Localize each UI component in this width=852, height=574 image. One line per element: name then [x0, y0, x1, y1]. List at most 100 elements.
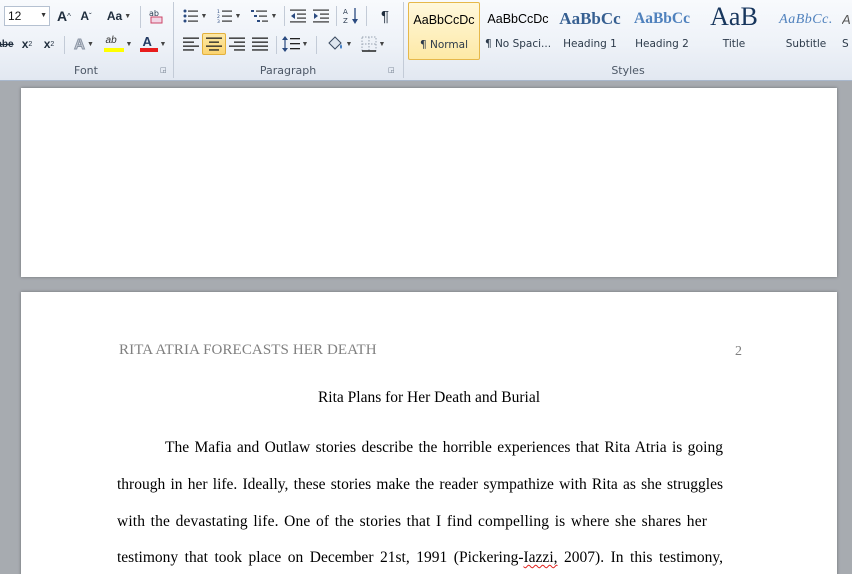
svg-text:3: 3	[217, 19, 220, 23]
clear-formatting-button[interactable]: ab	[146, 5, 168, 27]
chevron-down-icon: ▼	[124, 12, 132, 20]
shrink-font-label: A	[80, 9, 89, 23]
line-spacing-icon	[281, 36, 300, 52]
style-title[interactable]: AaB Title	[698, 2, 770, 60]
body-text-line: through in her life. Ideally, these stor…	[117, 476, 723, 493]
style-sample: AaB	[710, 2, 758, 31]
line-spacing-button[interactable]: ▼	[280, 33, 310, 55]
chevron-down-icon: ▼	[270, 12, 278, 20]
style-name: Title	[722, 38, 746, 50]
highlighter-icon: ab	[103, 35, 124, 53]
decrease-indent-button[interactable]	[287, 5, 309, 27]
dialog-launcher-icon[interactable]: ◲	[388, 67, 396, 75]
divider	[366, 6, 367, 26]
ribbon: 12 ▼ A^ Aˇ Aa▼ ab abe x2 x2	[0, 0, 852, 81]
document-page-2[interactable]: RITA ATRIA FORECASTS HER DEATH 2 Rita Pl…	[21, 292, 837, 574]
page-header: RITA ATRIA FORECASTS HER DEATH	[119, 342, 377, 358]
shrink-font-button[interactable]: Aˇ	[76, 5, 96, 27]
text-effects-label: A	[74, 35, 86, 53]
chevron-down-icon: ▼	[378, 40, 386, 48]
paragraph-group: ▼ 1 2 3 ▼ ▼ A Z ¶ ▼ ▼ ▼ Paragraph ◲	[174, 0, 402, 81]
dialog-launcher-icon[interactable]: ◲	[160, 67, 168, 75]
grow-font-label: A	[57, 8, 68, 24]
body-text-segment: 2007). In this testimony,	[557, 549, 723, 566]
superscript-label: x	[43, 37, 51, 51]
justify-icon	[252, 37, 268, 51]
chevron-down-icon: ▼	[301, 40, 309, 48]
superscript-mark: 2	[50, 40, 55, 48]
chevron-down-icon: ▼	[86, 40, 94, 48]
divider	[316, 36, 317, 54]
style-name: Subtitle	[785, 38, 827, 50]
body-text-segment: testimony that took place on December 21…	[117, 549, 524, 566]
strikethrough-label: abe	[0, 38, 14, 50]
increase-indent-button[interactable]	[310, 5, 332, 27]
increase-indent-icon	[313, 9, 329, 23]
body-text-line: The Mafia and Outlaw stories describe th…	[165, 439, 723, 456]
paint-bucket-icon	[327, 36, 342, 50]
show-formatting-marks-button[interactable]: ¶	[374, 5, 396, 27]
font-color-button[interactable]: A ▼	[138, 33, 168, 55]
align-left-button[interactable]	[180, 33, 202, 55]
align-center-button[interactable]	[202, 33, 226, 55]
style-heading-2[interactable]: AaBbCc Heading 2	[626, 2, 698, 60]
chevron-down-icon: ▼	[345, 40, 353, 48]
highlight-button[interactable]: ab ▼	[102, 33, 134, 55]
font-group: 12 ▼ A^ Aˇ Aa▼ ab abe x2 x2	[0, 0, 172, 81]
subscript-button[interactable]: x2	[18, 33, 36, 55]
subscript-mark: 2	[28, 40, 33, 48]
style-sample: AaBbCc	[634, 10, 690, 27]
align-right-icon	[229, 37, 245, 51]
chevron-down-icon[interactable]: ▼	[40, 7, 47, 25]
sort-az-icon: A Z	[343, 8, 358, 25]
bullets-button[interactable]: ▼	[180, 5, 210, 27]
justify-button[interactable]	[249, 33, 271, 55]
multilevel-list-button[interactable]: ▼	[248, 5, 280, 27]
style-name: Heading 2	[635, 38, 689, 50]
divider	[336, 6, 337, 26]
style-name: Heading 1	[563, 38, 617, 50]
align-right-button[interactable]	[226, 33, 248, 55]
strikethrough-button[interactable]: abe	[0, 33, 16, 55]
font-size-box[interactable]: 12 ▼	[4, 6, 50, 26]
styles-group-label: Styles	[611, 64, 645, 77]
style-name: S	[842, 38, 849, 50]
style-sample: A	[842, 12, 851, 27]
chevron-down-icon: ▼	[159, 40, 167, 48]
style-subtle-emphasis[interactable]: A S	[842, 2, 852, 60]
style-sample: AaBbCcDc	[413, 13, 475, 27]
font-size-value: 12	[8, 9, 22, 23]
borders-button[interactable]: ▼	[358, 33, 388, 55]
text-effects-button[interactable]: A ▼	[70, 33, 98, 55]
body-text-line: with the devastating life. One of the st…	[117, 513, 708, 530]
numbered-list-icon: 1 2 3	[217, 9, 232, 23]
style-name: ¶ Normal	[419, 39, 468, 51]
style-subtitle[interactable]: AaBbCc. Subtitle	[770, 2, 842, 60]
align-left-icon	[183, 37, 199, 51]
font-color-label: A	[142, 34, 152, 49]
borders-icon	[361, 36, 377, 52]
style-heading-1[interactable]: AaBbCc Heading 1	[554, 2, 626, 60]
misspelled-word: Iazzi,	[523, 549, 558, 566]
style-no-spacing[interactable]: AaBbCcDc ¶ No Spaci...	[482, 2, 554, 60]
grow-font-button[interactable]: A ^	[53, 5, 75, 27]
divider	[284, 6, 285, 26]
clear-formatting-icon: ab	[149, 9, 163, 24]
subscript-label: x	[21, 37, 29, 51]
style-normal[interactable]: AaBbCcDc ¶ Normal	[408, 2, 480, 60]
body-text-line: testimony that took place on December 21…	[117, 549, 723, 567]
change-case-button[interactable]: Aa ▼	[104, 5, 134, 27]
numbering-button[interactable]: 1 2 3 ▼	[214, 5, 244, 27]
document-title: Rita Plans for Her Death and Burial	[317, 389, 541, 406]
document-page-1[interactable]	[21, 88, 837, 277]
style-name: ¶ No Spaci...	[484, 38, 552, 50]
highlight-color-swatch	[103, 48, 124, 52]
change-case-label: Aa	[106, 9, 123, 23]
superscript-button[interactable]: x2	[40, 33, 58, 55]
divider	[64, 36, 65, 54]
shading-button[interactable]: ▼	[324, 33, 354, 55]
font-color-swatch	[139, 48, 158, 52]
font-color-icon: A	[139, 34, 158, 53]
font-group-label: Font	[74, 64, 98, 77]
sort-button[interactable]: A Z	[340, 5, 362, 27]
